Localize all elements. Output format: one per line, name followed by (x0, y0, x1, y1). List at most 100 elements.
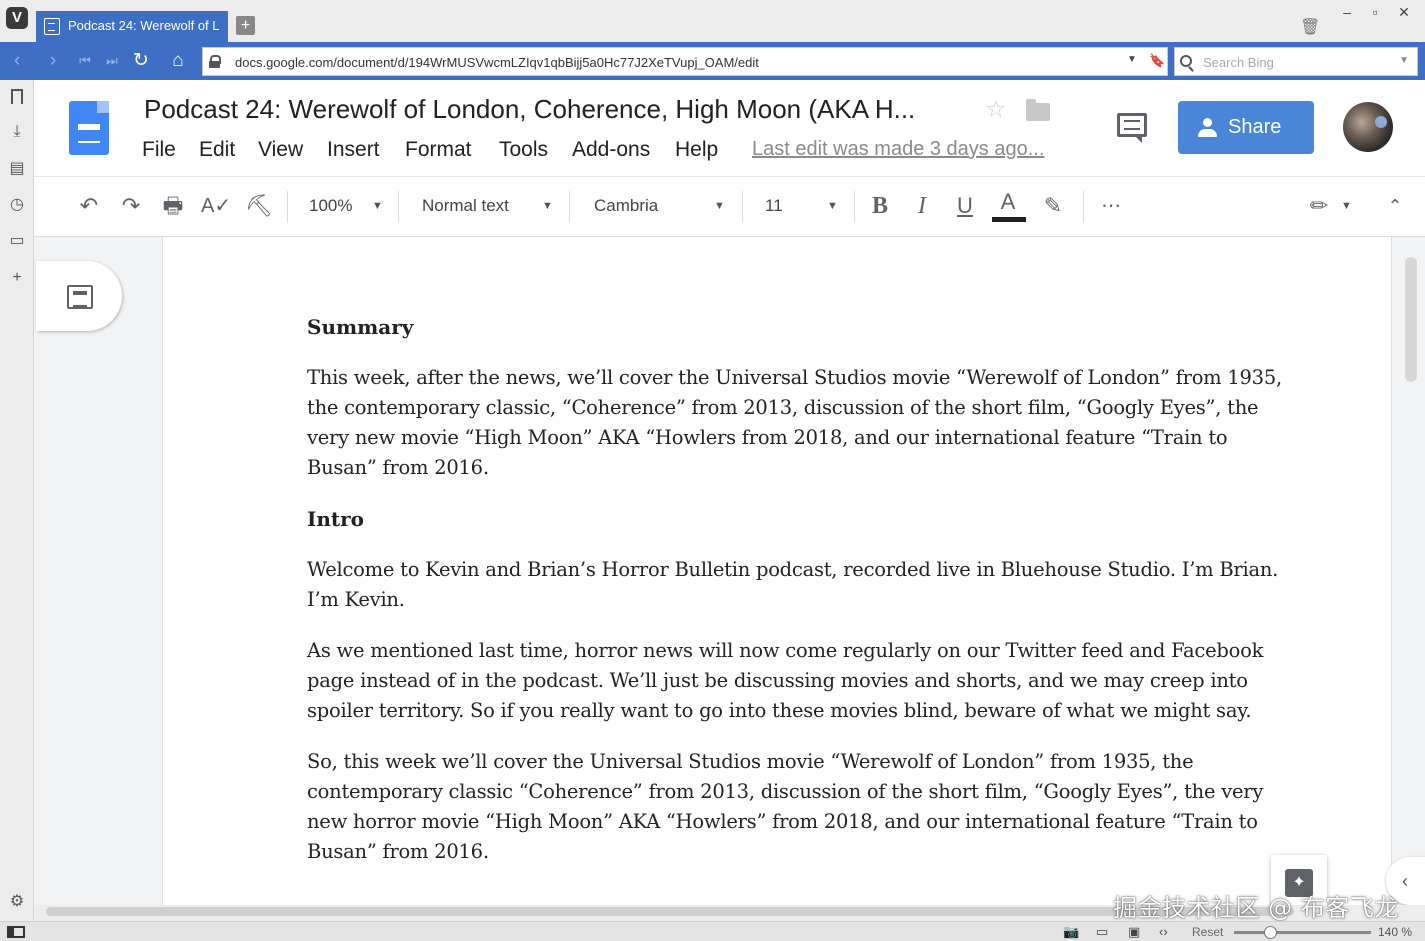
notes-icon[interactable]: ▤ (7, 159, 27, 179)
rewind-icon[interactable]: ⏮ (72, 48, 98, 74)
paragraph-style-select[interactable]: Normal text (422, 191, 509, 221)
share-label: Share (1228, 116, 1282, 138)
browser-navbar: ‹ › ⏮ ⏭ ↻ ⌂ docs.google.com/document/d/1… (0, 42, 1425, 80)
pencil-edit-icon[interactable]: ✏ (1304, 191, 1334, 221)
bookmark-icon[interactable]: 🔖 (1149, 53, 1165, 69)
new-tab-icon[interactable]: + (236, 16, 255, 35)
menu-add-ons[interactable]: Add-ons (572, 138, 650, 162)
browser-statusbar: 📷 ▭ ▣ ‹› Reset 140 % (0, 921, 1425, 941)
bold-button[interactable]: B (866, 191, 894, 221)
browser-tab[interactable]: Podcast 24: Werewolf of L (36, 11, 228, 42)
menu-help[interactable]: Help (675, 138, 718, 162)
text-color-button[interactable]: A (994, 187, 1022, 217)
chevron-down-icon[interactable]: ▼ (827, 191, 838, 221)
chevron-down-icon[interactable]: ▼ (372, 191, 383, 221)
menu-view[interactable]: View (258, 138, 303, 162)
close-icon[interactable]: ✕ (1390, 3, 1418, 23)
panel-toggle-icon[interactable] (7, 926, 25, 938)
app-logo-icon[interactable]: V (6, 7, 28, 29)
docs-tab-icon (44, 18, 60, 35)
menu-edit[interactable]: Edit (199, 138, 235, 162)
minimize-icon[interactable]: – (1333, 3, 1361, 23)
docs-header: Podcast 24: Werewolf of London, Coherenc… (34, 80, 1425, 176)
trash-icon[interactable]: 🗑 (1300, 17, 1320, 37)
paragraph-intro-news: As we mentioned last time, horror news w… (307, 639, 1264, 722)
camera-icon[interactable]: 📷 (1063, 924, 1079, 940)
docs-logo-icon[interactable] (69, 101, 109, 155)
image-icon[interactable]: ▣ (1128, 924, 1140, 940)
chevron-down-icon[interactable]: ▼ (714, 191, 725, 221)
search-placeholder: Search Bing (1203, 55, 1274, 70)
window-panel-icon[interactable]: ▭ (7, 231, 27, 251)
code-icon[interactable]: ‹› (1159, 924, 1168, 939)
zoom-select[interactable]: 100% (309, 191, 352, 221)
browser-titlebar: V Podcast 24: Werewolf of L + 🗑 – ▫ ✕ (0, 0, 1425, 42)
document-title[interactable]: Podcast 24: Werewolf of London, Coherenc… (144, 94, 915, 125)
collapse-icon[interactable]: ⌃ (1380, 191, 1410, 221)
menu-format[interactable]: Format (405, 138, 472, 162)
folder-icon[interactable] (1026, 99, 1050, 121)
italic-button[interactable]: I (908, 191, 936, 221)
more-options-button[interactable]: ⋯ (1094, 191, 1128, 221)
vertical-scrollbar[interactable] (1405, 257, 1417, 382)
bookmarks-panel-icon[interactable] (11, 89, 23, 104)
url-dropdown-icon[interactable]: ▼ (1127, 54, 1137, 65)
tab-title: Podcast 24: Werewolf of L (68, 18, 220, 33)
outline-icon (67, 285, 93, 309)
toolbar-divider (287, 191, 288, 223)
maximize-icon[interactable]: ▫ (1361, 3, 1389, 23)
redo-icon[interactable]: ↷ (116, 191, 146, 221)
font-size-select[interactable]: 11 (765, 191, 783, 221)
last-edit-link[interactable]: Last edit was made 3 days ago... (752, 138, 1044, 161)
back-icon[interactable]: ‹ (4, 48, 30, 74)
home-icon[interactable]: ⌂ (165, 48, 191, 74)
zoom-level: 140 % (1378, 925, 1413, 939)
star-icon[interactable]: ☆ (985, 95, 1007, 124)
undo-icon[interactable]: ↶ (74, 191, 104, 221)
search-input[interactable]: Search Bing ▼ (1174, 47, 1418, 76)
address-bar[interactable]: docs.google.com/document/d/194WrMUSVwcmL… (202, 47, 1168, 76)
share-person-icon (1198, 118, 1220, 138)
zoom-slider[interactable] (1234, 926, 1371, 939)
comment-icon[interactable] (1117, 113, 1147, 143)
paint-format-icon[interactable]: ⛏ (244, 191, 274, 221)
document-canvas: Summary This week, after the news, we’ll… (34, 237, 1425, 905)
gear-icon[interactable]: ⚙ (7, 892, 27, 912)
search-icon (1180, 55, 1192, 67)
forward-icon[interactable]: › (40, 48, 66, 74)
font-select[interactable]: Cambria (594, 191, 658, 221)
menu-tools[interactable]: Tools (499, 138, 548, 162)
zoom-reset-button[interactable]: Reset (1192, 925, 1223, 939)
window-icon[interactable]: ▭ (1096, 924, 1108, 940)
avatar[interactable] (1343, 102, 1393, 152)
underline-button[interactable]: U (951, 191, 979, 221)
search-engine-dropdown-icon[interactable]: ▼ (1399, 55, 1409, 66)
heading-summary: Summary (307, 315, 414, 339)
document-body[interactable]: Summary This week, after the news, we’ll… (307, 312, 1287, 888)
paragraph-intro-welcome: Welcome to Kevin and Brian’s Horror Bull… (307, 558, 1279, 611)
menu-file[interactable]: File (142, 138, 176, 162)
document-outline-button[interactable] (36, 261, 122, 331)
menu-insert[interactable]: Insert (327, 138, 380, 162)
reload-icon[interactable]: ↻ (128, 48, 154, 74)
history-icon[interactable]: ◷ (7, 195, 27, 215)
downloads-icon[interactable]: ⤓ (7, 122, 27, 142)
highlighter-icon[interactable]: ✎ (1038, 191, 1068, 221)
paragraph-summary: This week, after the news, we’ll cover t… (307, 366, 1282, 479)
chevron-down-icon[interactable]: ▼ (1341, 191, 1352, 221)
browser-side-panel: ⤓ ▤ ◷ ▭ + ⚙ (0, 80, 34, 921)
spellcheck-icon[interactable]: A✓ (201, 191, 231, 221)
fast-forward-icon[interactable]: ⏭ (99, 48, 125, 74)
paragraph-intro-lineup: So, this week we’ll cover the Universal … (307, 750, 1264, 863)
add-panel-icon[interactable]: + (7, 268, 27, 288)
watermark: 掘金技术社区 @ 布客飞龙 (1113, 894, 1399, 922)
print-icon[interactable]: 🖶 (158, 191, 188, 221)
zoom-slider-handle[interactable] (1264, 926, 1277, 939)
url-text: docs.google.com/document/d/194WrMUSVwcmL… (235, 55, 759, 70)
chevron-down-icon[interactable]: ▼ (542, 191, 553, 221)
heading-intro: Intro (307, 507, 365, 531)
toolbar-divider (398, 191, 399, 223)
document-page[interactable]: Summary This week, after the news, we’ll… (162, 237, 1392, 905)
horizontal-scrollbar-thumb[interactable] (46, 907, 1294, 916)
share-button[interactable]: Share (1178, 101, 1314, 154)
